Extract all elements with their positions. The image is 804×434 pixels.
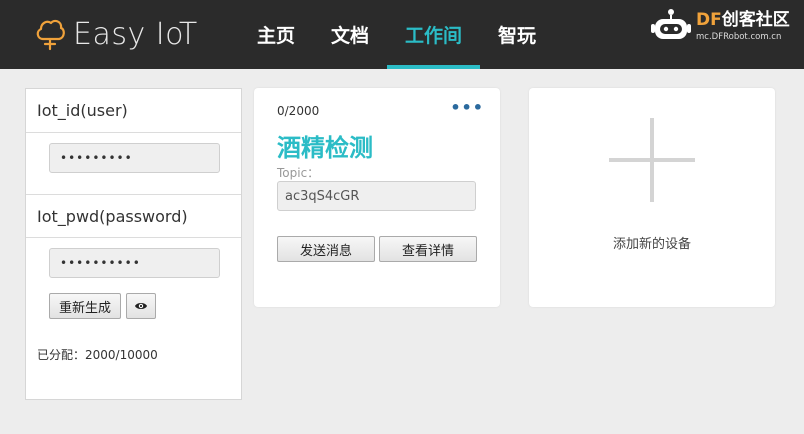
brand-letters: DF xyxy=(696,10,722,30)
nav-fun[interactable]: 智玩 xyxy=(480,0,554,69)
device-card: 0/2000 ••• 酒精检测 Topic： ac3qS4cGR 发送消息 查看… xyxy=(254,88,500,307)
show-password-button[interactable] xyxy=(126,293,156,319)
regenerate-button[interactable]: 重新生成 xyxy=(49,293,121,319)
message-count: 0/2000 xyxy=(277,104,320,118)
logo-text: Easy IoT xyxy=(73,16,198,52)
iot-pwd-label: Iot_pwd(password) xyxy=(26,194,241,238)
allocated-count: 已分配：2000/10000 xyxy=(37,348,158,362)
eye-icon xyxy=(135,303,147,309)
nav-workspace[interactable]: 工作间 xyxy=(387,0,481,69)
nav-home[interactable]: 主页 xyxy=(239,0,313,69)
robot-logo-icon xyxy=(651,9,691,39)
iot-pwd-field[interactable]: •••••••••• xyxy=(49,248,220,278)
send-message-button[interactable]: 发送消息 xyxy=(277,236,375,262)
iot-id-label: Iot_id(user) xyxy=(26,89,241,133)
topic-field[interactable]: ac3qS4cGR xyxy=(277,181,476,211)
dfrobot-brand[interactable]: DF创客社区 mc.DFRobot.com.cn xyxy=(650,6,790,46)
cloud-logo-icon xyxy=(36,19,65,51)
add-device-card[interactable]: 添加新的设备 xyxy=(529,88,775,307)
brand-url: mc.DFRobot.com.cn xyxy=(696,32,782,42)
topic-label: Topic： xyxy=(277,166,320,180)
nav-docs[interactable]: 文档 xyxy=(313,0,387,69)
add-device-label: 添加新的设备 xyxy=(612,237,691,252)
logo[interactable]: Easy IoT xyxy=(35,14,198,54)
more-options-icon[interactable]: ••• xyxy=(450,98,484,117)
main-nav: 主页 文档 工作间 智玩 xyxy=(239,0,554,69)
device-name: 酒精检测 xyxy=(277,134,373,162)
credentials-panel: Iot_id(user) ••••••••• Iot_pwd(password)… xyxy=(25,88,242,400)
brand-name: 创客社区 xyxy=(721,10,790,30)
iot-id-field[interactable]: ••••••••• xyxy=(49,143,220,173)
view-details-button[interactable]: 查看详情 xyxy=(379,236,477,262)
top-header: Easy IoT 主页 文档 工作间 智玩 DF创客社区 mc.DFRobot.… xyxy=(0,0,804,69)
